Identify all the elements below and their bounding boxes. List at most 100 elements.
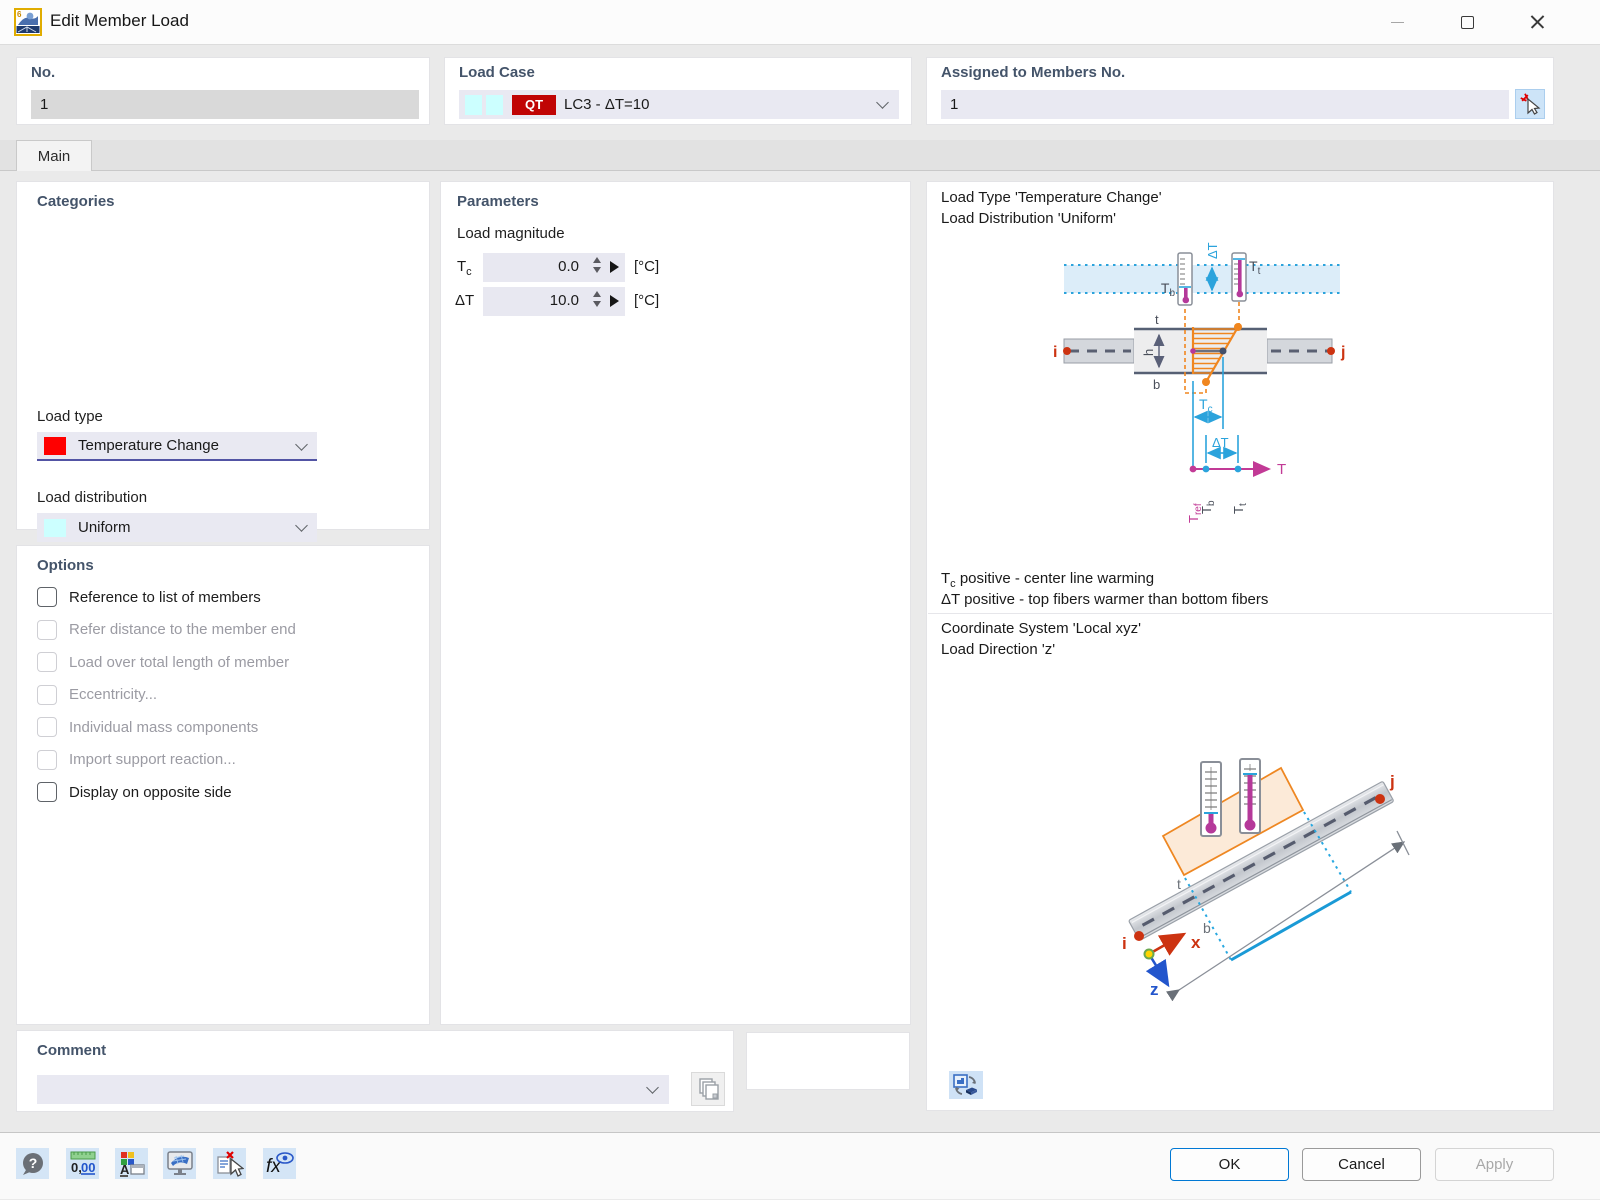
- info-load-type: Load Type 'Temperature Change': [941, 189, 1162, 206]
- help-button[interactable]: ?: [16, 1148, 49, 1179]
- svg-text:t: t: [1155, 312, 1159, 327]
- view-2d3d-toggle-icon: [953, 1074, 979, 1096]
- spin-up-icon[interactable]: [593, 257, 601, 263]
- dt-symbol: ΔT: [455, 292, 474, 312]
- checkbox-icon[interactable]: [37, 782, 57, 802]
- assigned-input[interactable]: 1: [941, 90, 1509, 119]
- option-label: Reference to list of members: [69, 589, 261, 606]
- dt-detail-arrow-icon[interactable]: [610, 295, 619, 307]
- chevron-down-icon: [295, 519, 308, 532]
- options-title: Options: [37, 557, 94, 574]
- load-case-groupbox: Load Case QT LC3 - ΔT=10: [444, 57, 912, 125]
- option-eccentricity: Eccentricity...: [37, 683, 415, 707]
- svg-text:i: i: [1122, 934, 1127, 953]
- document-cursor-delete-icon: [216, 1150, 244, 1177]
- option-load-over-total-length: Load over total length of member: [37, 650, 415, 674]
- copy-pages-icon: [697, 1078, 719, 1100]
- checkbox-icon: [37, 652, 57, 672]
- minimize-icon: [1391, 22, 1404, 23]
- svg-text:t: t: [1177, 876, 1181, 892]
- options-list: Reference to list of members Refer dista…: [37, 585, 415, 813]
- chevron-down-icon: [295, 438, 308, 451]
- svg-text:i: i: [1053, 344, 1057, 361]
- option-label: Import support reaction...: [69, 751, 236, 768]
- comment-groupbox: Comment: [16, 1030, 734, 1112]
- maximize-button[interactable]: [1444, 0, 1490, 44]
- maximize-icon: [1461, 16, 1474, 29]
- spin-down-icon[interactable]: [593, 267, 601, 273]
- spin-up-icon[interactable]: [593, 291, 601, 297]
- option-label: Refer distance to the member end: [69, 621, 296, 638]
- dt-input[interactable]: 10.0: [483, 287, 625, 316]
- copy-comment-button[interactable]: [691, 1072, 725, 1106]
- tc-spinner[interactable]: [593, 257, 601, 273]
- tc-detail-arrow-icon[interactable]: [610, 261, 619, 273]
- load-type-label: Load type: [37, 408, 103, 425]
- load-distribution-dropdown[interactable]: Uniform: [37, 513, 317, 542]
- thermometer-tb: [1178, 253, 1192, 305]
- apply-button[interactable]: Apply: [1435, 1148, 1554, 1181]
- option-label: Load over total length of member: [69, 654, 289, 671]
- assigned-groupbox: Assigned to Members No. 1: [926, 57, 1554, 125]
- comment-combobox[interactable]: [37, 1075, 669, 1104]
- svg-text:fx: fx: [266, 1156, 282, 1177]
- svg-text:T: T: [1277, 461, 1286, 478]
- info-load-direction: Load Direction 'z': [941, 641, 1055, 658]
- load-type-value: Temperature Change: [78, 437, 219, 454]
- ok-button[interactable]: OK: [1170, 1148, 1289, 1181]
- tab-main[interactable]: Main: [16, 140, 92, 171]
- chevron-down-icon: [876, 96, 889, 109]
- load-case-select[interactable]: QT LC3 - ΔT=10: [459, 90, 899, 119]
- load-type-dropdown[interactable]: Temperature Change: [37, 432, 317, 461]
- pick-objects-button[interactable]: [213, 1148, 246, 1179]
- cancel-button[interactable]: Cancel: [1302, 1148, 1421, 1181]
- checkbox-icon[interactable]: [37, 587, 57, 607]
- view-toggle-button[interactable]: [949, 1071, 983, 1099]
- pick-cursor-icon: [1519, 93, 1541, 115]
- rendering-button[interactable]: [163, 1148, 196, 1179]
- svg-text:ΔT: ΔT: [1205, 242, 1220, 259]
- option-individual-mass: Individual mass components: [37, 715, 415, 739]
- checkbox-icon: [37, 685, 57, 705]
- info-load-distribution: Load Distribution 'Uniform': [941, 210, 1116, 227]
- svg-text:Tc: Tc: [1199, 396, 1213, 415]
- svg-text:Tt: Tt: [1231, 503, 1249, 514]
- tc-input[interactable]: 0.0: [483, 253, 625, 282]
- load-case-label: Load Case: [459, 64, 535, 81]
- info-coordinate-system: Coordinate System 'Local xyz': [941, 620, 1141, 637]
- thermometer-3d-right: [1240, 759, 1260, 833]
- display-properties-button[interactable]: A: [115, 1148, 148, 1179]
- option-reference-to-list[interactable]: Reference to list of members: [37, 585, 415, 609]
- close-button[interactable]: [1514, 0, 1560, 44]
- load-case-color-swatch-1: [465, 95, 482, 115]
- load-distribution-label: Load distribution: [37, 489, 147, 506]
- thermometer-3d-left: [1201, 762, 1221, 836]
- member-3d-diagram: i j x z t b: [927, 687, 1555, 1017]
- formula-button[interactable]: fx: [263, 1148, 296, 1179]
- no-groupbox: No. 1: [16, 57, 430, 125]
- svg-text:ΔT: ΔT: [1212, 435, 1229, 450]
- minimize-button[interactable]: [1374, 0, 1420, 44]
- option-display-opposite-side[interactable]: Display on opposite side: [37, 780, 415, 804]
- units-decimal-icon: 0, 00: [69, 1150, 97, 1177]
- units-button[interactable]: 0, 00: [66, 1148, 99, 1179]
- svg-text:Tb: Tb: [1199, 500, 1217, 514]
- tc-unit: [°C]: [634, 258, 659, 275]
- assigned-label: Assigned to Members No.: [941, 64, 1125, 81]
- categories-title: Categories: [37, 193, 115, 210]
- load-case-qt-badge: QT: [512, 95, 556, 115]
- dt-spinner[interactable]: [593, 291, 601, 307]
- select-members-button[interactable]: [1515, 89, 1545, 119]
- svg-text:?: ?: [28, 1155, 37, 1171]
- option-label: Individual mass components: [69, 719, 258, 736]
- spin-down-icon[interactable]: [593, 301, 601, 307]
- svg-text:6: 6: [17, 10, 22, 19]
- svg-text:j: j: [1389, 772, 1395, 791]
- svg-text:00: 00: [81, 1160, 95, 1175]
- options-groupbox: Options Reference to list of members Ref…: [16, 545, 430, 1025]
- chevron-down-icon: [646, 1081, 659, 1094]
- help-icon: ?: [20, 1151, 46, 1177]
- no-label: No.: [31, 64, 55, 81]
- load-distribution-value: Uniform: [78, 519, 131, 536]
- info-panel: Load Type 'Temperature Change' Load Dist…: [926, 181, 1554, 1111]
